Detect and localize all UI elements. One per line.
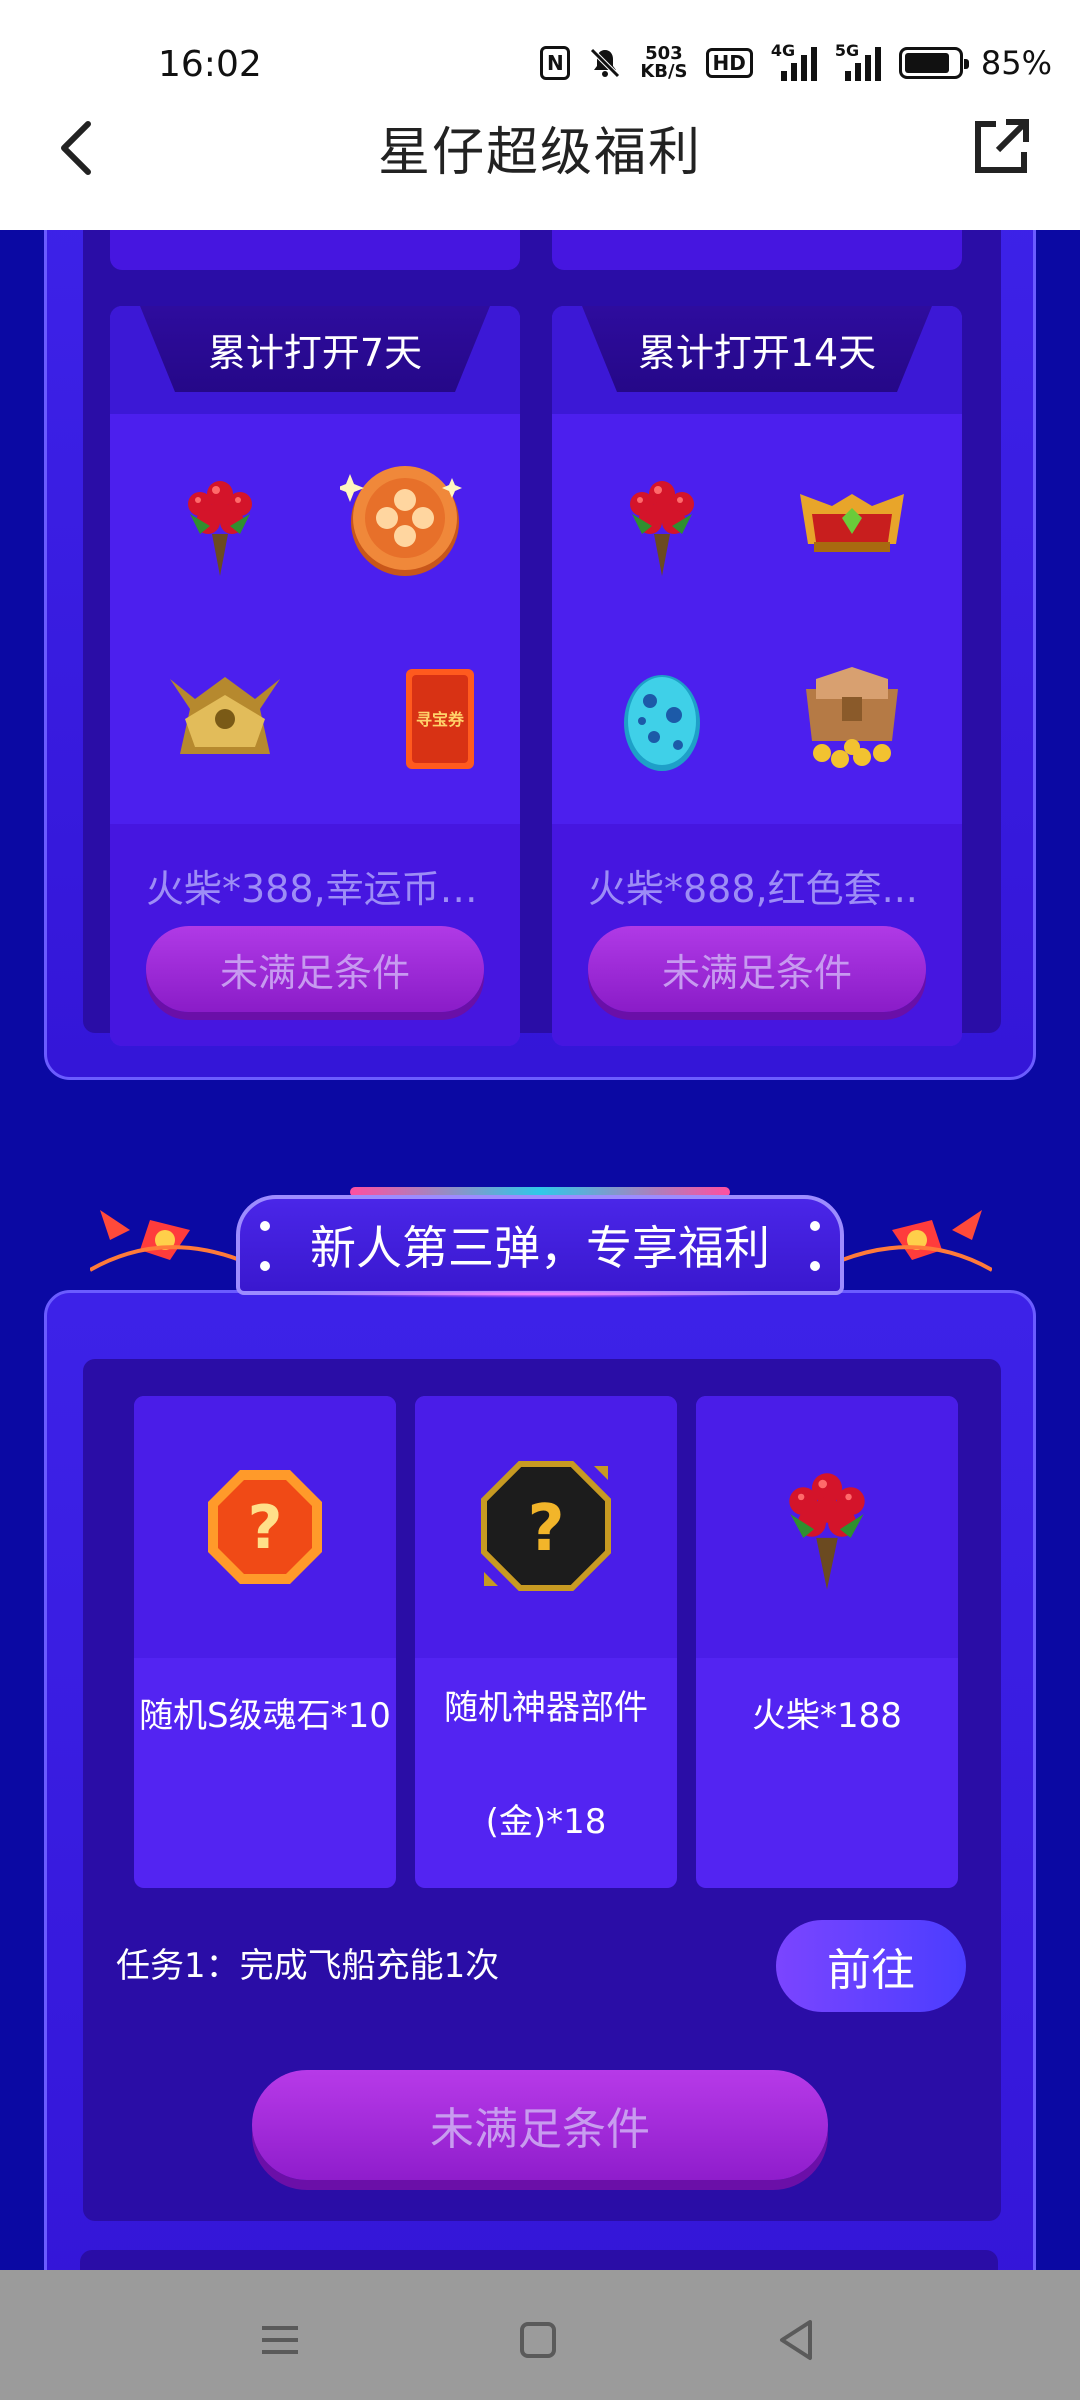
content-area[interactable]: 累计打开7天 寻宝券 火柴*388,幸运币*... 未满足条件 累计打开14天 … (0, 230, 1080, 2270)
top-bar: 16:02 N 503 KB/S HD 4G 5G 85% 星仔超级福利 (0, 0, 1080, 230)
card-footer: 火柴*388,幸运币*... 未满足条件 (110, 824, 520, 1046)
lantern-decoration-right-icon (842, 1210, 992, 1272)
orange-question-gem-icon: ? (208, 1470, 322, 1584)
flower-bouquet-icon (789, 1473, 865, 1590)
card-header: 累计打开7天 (110, 306, 520, 414)
svg-text:?: ? (248, 1493, 283, 1563)
treasure-chest-icon (806, 667, 898, 768)
nfc-icon: N (540, 46, 571, 80)
back-nav-icon[interactable] (766, 2310, 826, 2370)
menu-icon[interactable] (250, 2310, 310, 2370)
unmet-condition-button[interactable]: 未满足条件 (146, 926, 484, 1012)
next-section-peek (80, 2250, 998, 2270)
system-nav-bar (0, 2270, 1080, 2400)
banner-glow (300, 1290, 780, 1298)
status-time: 16:02 (158, 44, 262, 85)
network-speed-unit: KB/S (640, 61, 688, 82)
hd-voice-icon: HD (705, 48, 753, 78)
reward-item-label: 火柴*188 (752, 1696, 902, 1736)
treasure-ticket-text: 寻宝券 (416, 710, 465, 729)
section2-banner-text: 新人第三弹，专享福利 (310, 1221, 770, 1275)
treasure-ticket-icon: 寻宝券 (406, 669, 474, 769)
reward-card-partial-left (110, 230, 520, 270)
card-tag: 累计打开7天 (140, 306, 490, 392)
card-header: 累计打开14天 (552, 306, 962, 414)
reward-card-partial-right (552, 230, 962, 270)
flower-bouquet-icon (630, 481, 694, 576)
reward-item-label: 随机神器部件 (金)*18 (415, 1658, 677, 1850)
card-footer: 火柴*888,红色套... 未满足条件 (552, 824, 962, 1046)
battery-icon (898, 47, 969, 79)
svg-text:?: ? (527, 1492, 564, 1566)
signal-4g-icon: 4G (771, 41, 817, 81)
card-icons: 寻宝券 (110, 414, 520, 824)
unmet-condition-button[interactable]: 未满足条件 (588, 926, 926, 1012)
status-icons: N 503 KB/S HD 4G 5G 85% (540, 41, 1052, 82)
reward-item-label-line1: 随机神器部件 (444, 1688, 648, 1728)
card-icons (552, 414, 962, 824)
card-description: 火柴*888,红色套... (588, 867, 918, 911)
golden-helmet-icon (800, 494, 904, 552)
dark-question-gem-icon: ? (481, 1461, 611, 1591)
reward-item-matches: 火柴*188 (696, 1396, 958, 1888)
reward-card-7-days: 累计打开7天 寻宝券 火柴*388,幸运币*... 未满足条件 (110, 306, 520, 1046)
reward-item-soul-stone: ? 随机S级魂石*10 (134, 1396, 396, 1888)
app-root: 16:02 N 503 KB/S HD 4G 5G 85% 星仔超级福利 累计打… (0, 0, 1080, 2400)
battery-percent: 85% (980, 44, 1052, 82)
reward-item-artifact-part: ? 随机神器部件 (金)*18 (415, 1396, 677, 1888)
card-tag: 累计打开14天 (582, 306, 932, 392)
home-icon[interactable] (508, 2310, 568, 2370)
page-title: 星仔超级福利 (377, 123, 702, 183)
claim-unmet-button[interactable]: 未满足条件 (252, 2070, 828, 2180)
task-description: 任务1：完成飞船充能1次 (116, 1946, 500, 1986)
reward-card-14-days: 累计打开14天 火柴*888,红色套... 未满足条件 (552, 306, 962, 1046)
golden-crown-icon (170, 677, 280, 754)
go-button[interactable]: 前往 (776, 1920, 966, 2012)
lantern-decoration-left-icon (90, 1210, 240, 1272)
share-button[interactable] (966, 112, 1036, 182)
blue-egg-icon (624, 675, 700, 771)
lucky-coin-icon (340, 466, 462, 576)
reward-item-label: 随机S级魂石*10 (139, 1696, 391, 1736)
external-link-icon (975, 119, 1029, 173)
flower-bouquet-icon (188, 481, 252, 576)
card-description: 火柴*388,幸运币*... (146, 867, 484, 911)
section2-banner: 新人第三弹，专享福利 (236, 1195, 844, 1295)
reward-item-label-line2: (金)*18 (485, 1802, 607, 1842)
mute-icon (588, 46, 622, 80)
network-speed: 503 KB/S (640, 45, 687, 81)
signal-5g-icon: 5G (835, 41, 881, 81)
battery-level-fill (904, 53, 950, 73)
